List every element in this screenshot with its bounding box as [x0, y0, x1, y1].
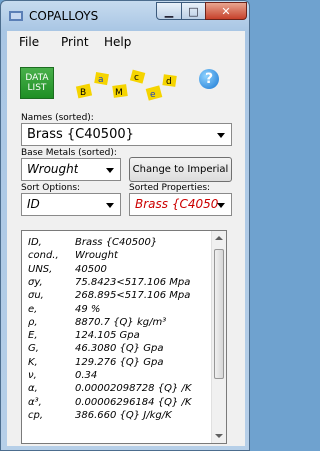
property-value: 75.8423<517.106 Mpa	[75, 276, 191, 288]
sorted-properties-value: Brass {C40500}	[135, 197, 219, 211]
block-c: c	[129, 69, 146, 84]
property-value: 0.00002098728 {Q} /K	[75, 383, 192, 395]
menu-print[interactable]: Print	[61, 35, 89, 49]
svg-text:M: M	[115, 88, 123, 98]
property-value: 124.105 Gpa	[75, 330, 140, 342]
property-value: Brass {C40500}	[75, 237, 158, 248]
app-icon	[9, 11, 23, 21]
svg-text:B: B	[80, 88, 86, 98]
svg-text:d: d	[166, 77, 172, 87]
sorted-properties-label: Sorted Properties:	[129, 183, 211, 193]
property-value: 0.00006296184 {Q} /K	[75, 396, 192, 408]
property-value: 386.660 {Q} J/kg/K	[75, 409, 172, 421]
property-name: ρ,	[28, 316, 38, 328]
properties-textbox[interactable]: ID, Brass {C40500} cond., Wrought UNS, 40500 σ…	[21, 230, 227, 444]
close-icon: ✕	[221, 4, 231, 18]
app-window: COPALLOYS ▁ □ ✕ File Print Help DATA LIS…	[0, 0, 250, 451]
property-name: UNS,	[28, 263, 53, 275]
maximize-button[interactable]: □	[181, 2, 206, 20]
property-name: α³,	[28, 396, 42, 408]
close-button[interactable]: ✕	[205, 2, 247, 20]
minimize-icon: ▁	[164, 4, 174, 18]
block-b: B	[75, 83, 93, 99]
sort-options-label: Sort Options:	[21, 183, 81, 193]
help-icon: ?	[204, 71, 214, 87]
base-metals-label: Base Metals (sorted):	[21, 148, 117, 158]
property-value: 40500	[75, 263, 107, 275]
names-value: Brass {C40500}	[27, 127, 134, 142]
svg-text:c: c	[134, 73, 139, 83]
data-list-line2: LIST	[27, 83, 47, 93]
sort-options-dropdown[interactable]: ID	[21, 193, 121, 216]
sorted-properties-dropdown[interactable]: Brass {C40500}	[129, 193, 232, 216]
property-value: Wrought	[75, 250, 118, 262]
chevron-down-icon	[106, 168, 114, 173]
property-name: ID,	[28, 237, 42, 248]
svg-text:a: a	[98, 75, 104, 85]
toolbar: DATA LIST B a M c e d ?	[7, 55, 245, 115]
property-value: 49 %	[75, 303, 101, 315]
base-metals-value: Wrought	[27, 162, 79, 176]
property-name: α,	[28, 383, 38, 395]
scroll-down-icon[interactable]	[215, 434, 223, 438]
property-name: E,	[28, 330, 38, 342]
property-value: 129.276 {Q} Gpa	[75, 356, 164, 368]
property-name: ν,	[28, 370, 37, 381]
maximize-icon: □	[188, 4, 199, 18]
block-d: d	[162, 74, 177, 87]
window-title: COPALLOYS	[29, 9, 99, 23]
chevron-down-icon	[217, 203, 225, 208]
menu-file[interactable]: File	[19, 35, 39, 49]
help-button[interactable]: ?	[199, 69, 219, 89]
letter-blocks-logo: B a M c e d	[75, 69, 177, 101]
property-value: 46.3080 {Q} Gpa	[75, 343, 164, 355]
property-name: e,	[28, 303, 38, 315]
property-name: G,	[28, 343, 39, 355]
scroll-up-icon[interactable]	[215, 236, 223, 240]
sort-options-value: ID	[27, 197, 40, 211]
title-bar[interactable]: COPALLOYS ▁ □ ✕	[1, 1, 249, 31]
block-e: e	[145, 85, 163, 101]
property-name: K,	[28, 356, 38, 368]
property-name: σy,	[28, 276, 43, 288]
block-a: a	[94, 72, 109, 86]
block-m: M	[112, 84, 128, 98]
names-dropdown[interactable]: Brass {C40500}	[21, 123, 232, 146]
data-list-button[interactable]: DATA LIST	[20, 67, 54, 99]
scroll-thumb[interactable]	[214, 249, 224, 379]
vertical-scrollbar[interactable]	[211, 231, 226, 443]
property-value: 8870.7 {Q} kg/m³	[75, 316, 167, 328]
menu-help[interactable]: Help	[104, 35, 131, 49]
property-name: σu,	[28, 290, 44, 302]
property-name: cp,	[28, 409, 44, 421]
client-area: File Print Help DATA LIST B a M c e d ? …	[7, 31, 245, 446]
property-value: 268.895<517.106 Mpa	[75, 290, 191, 302]
menu-bar: File Print Help	[7, 31, 245, 53]
base-metals-dropdown[interactable]: Wrought	[21, 158, 121, 181]
data-list-line1: DATA	[25, 73, 49, 83]
svg-text:e: e	[150, 90, 156, 100]
names-label: Names (sorted):	[21, 113, 94, 123]
change-to-imperial-button[interactable]: Change to Imperial	[129, 157, 232, 182]
property-value: 0.34	[75, 370, 98, 381]
chevron-down-icon	[106, 203, 114, 208]
minimize-button[interactable]: ▁	[156, 2, 182, 20]
property-name: cond.,	[28, 250, 59, 262]
chevron-down-icon	[217, 133, 225, 138]
